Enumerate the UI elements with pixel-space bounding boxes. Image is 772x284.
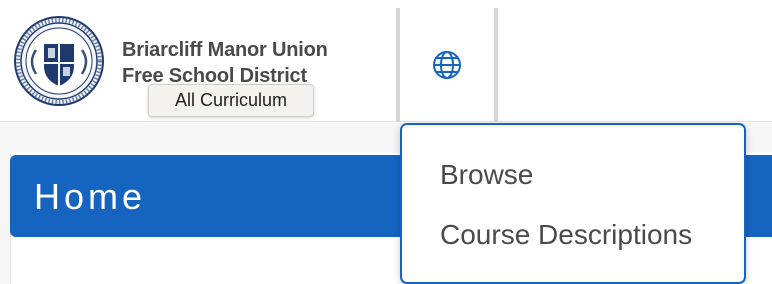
language-menu-button[interactable] bbox=[400, 8, 494, 122]
top-header: Briarcliff Manor Union Free School Distr… bbox=[0, 0, 772, 122]
district-name-line-1: Briarcliff Manor Union bbox=[122, 39, 328, 61]
district-seal-logo bbox=[14, 16, 104, 106]
globe-icon bbox=[433, 51, 461, 79]
page-title: Home bbox=[34, 176, 147, 217]
curriculum-dropdown-menu: Browse Course Descriptions bbox=[400, 123, 746, 284]
district-name: Briarcliff Manor Union Free School Distr… bbox=[122, 37, 392, 89]
menu-item-browse[interactable]: Browse bbox=[440, 158, 533, 192]
all-curriculum-tooltip: All Curriculum bbox=[148, 84, 314, 117]
menu-item-course-descriptions[interactable]: Course Descriptions bbox=[440, 218, 692, 252]
header-divider-right bbox=[494, 8, 498, 122]
